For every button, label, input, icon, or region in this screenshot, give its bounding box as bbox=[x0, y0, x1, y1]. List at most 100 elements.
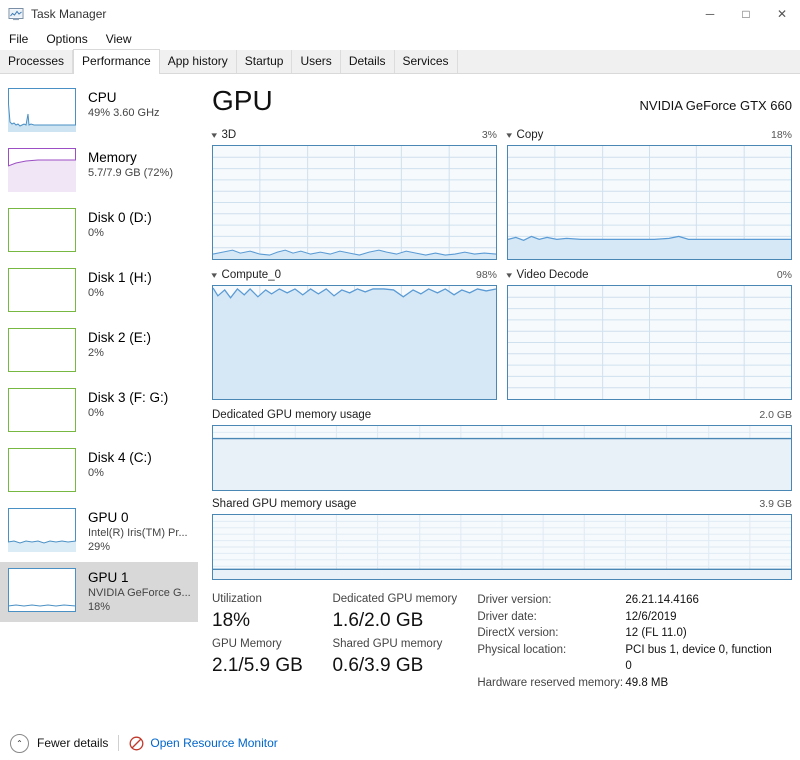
sidebar-item-disk-4-c[interactable]: Disk 4 (C:) 0% bbox=[0, 442, 198, 502]
engine-chart-compute0 bbox=[212, 285, 497, 400]
sidebar-item-gpu-1[interactable]: GPU 1 NVIDIA GeForce G... 18% bbox=[0, 562, 198, 622]
stat-group-utilization: Utilization 18% GPU Memory 2.1/5.9 GB bbox=[212, 592, 314, 691]
engine-name: Compute_0 bbox=[221, 269, 281, 281]
stat-value: 1.6/2.0 GB bbox=[332, 610, 424, 631]
resource-monitor-icon bbox=[129, 736, 144, 751]
sidebar-item-label: Disk 4 (C:) bbox=[88, 450, 152, 465]
tab-performance[interactable]: Performance bbox=[73, 49, 160, 74]
sidebar-item-text: Disk 0 (D:) 0% bbox=[88, 208, 152, 240]
detail-row: Physical location: PCI bus 1, device 0, f… bbox=[477, 642, 774, 675]
dedicated-memory-label: Dedicated GPU memory usage bbox=[212, 409, 372, 421]
tab-details[interactable]: Details bbox=[340, 50, 395, 73]
sidebar-item-memory[interactable]: Memory 5.7/7.9 GB (72%) bbox=[0, 142, 198, 202]
detail-value: 12 (FL 11.0) bbox=[625, 627, 687, 639]
tab-users[interactable]: Users bbox=[292, 50, 341, 73]
close-button[interactable]: ✕ bbox=[764, 0, 800, 28]
detail-row: Driver date: 12/6/2019 bbox=[477, 609, 774, 626]
chevron-down-icon[interactable]: ▾ bbox=[506, 270, 512, 281]
engine-graph-3d[interactable]: ▾ 3D 3% bbox=[211, 128, 497, 260]
tab-services[interactable]: Services bbox=[394, 50, 458, 73]
sidebar-item-text: Disk 4 (C:) 0% bbox=[88, 448, 152, 480]
detail-value: 12/6/2019 bbox=[625, 610, 677, 623]
status-divider bbox=[118, 735, 120, 751]
tab-processes[interactable]: Processes bbox=[0, 50, 74, 73]
sidebar-item-label: Memory bbox=[88, 150, 137, 165]
menu-file[interactable]: File bbox=[9, 32, 28, 46]
sidebar-item-text: Disk 1 (H:) 0% bbox=[88, 268, 152, 300]
detail-row: Hardware reserved memory: 49.8 MB bbox=[477, 675, 774, 692]
sidebar-thumbnail-chart bbox=[8, 448, 76, 492]
page-title: GPU bbox=[212, 85, 273, 116]
stat-label: Dedicated GPU memory bbox=[332, 593, 458, 605]
sidebar-item-sublabel: 0% bbox=[88, 287, 104, 299]
engine-value: 98% bbox=[475, 269, 497, 281]
sidebar-item-label: Disk 1 (H:) bbox=[88, 270, 152, 285]
title-bar: Task Manager ─ □ ✕ bbox=[0, 0, 800, 28]
chevron-down-icon[interactable]: ▾ bbox=[506, 130, 512, 141]
stat-label: GPU Memory bbox=[212, 638, 282, 650]
engine-value: 0% bbox=[776, 269, 792, 281]
sidebar-thumbnail-chart bbox=[8, 568, 76, 612]
sidebar-item-disk-0-d[interactable]: Disk 0 (D:) 0% bbox=[0, 202, 198, 262]
sidebar-item-disk-2-e[interactable]: Disk 2 (E:) 2% bbox=[0, 322, 198, 382]
tab-startup[interactable]: Startup bbox=[236, 50, 293, 73]
detail-key: Driver version: bbox=[477, 594, 552, 606]
dedicated-memory-section: Dedicated GPU memory usage 2.0 GB bbox=[212, 408, 792, 491]
stat-value: 2.1/5.9 GB bbox=[212, 655, 303, 676]
engine-chart-copy bbox=[507, 145, 792, 260]
sidebar-item-label: Disk 3 (F: G:) bbox=[88, 390, 169, 405]
engine-graph-copy[interactable]: ▾ Copy 18% bbox=[506, 128, 792, 260]
sidebar-thumbnail-chart bbox=[8, 328, 76, 372]
menu-options[interactable]: Options bbox=[46, 32, 87, 46]
fewer-details-button[interactable]: Fewer details bbox=[37, 736, 108, 750]
minimize-button[interactable]: ─ bbox=[692, 0, 728, 28]
chevron-down-icon[interactable]: ▾ bbox=[211, 130, 217, 141]
chevron-up-icon[interactable]: ⌃ bbox=[10, 733, 29, 753]
sidebar-item-sublabel: 0% bbox=[88, 407, 104, 419]
detail-value: 26.21.14.4166 bbox=[625, 594, 699, 606]
content-header: GPU NVIDIA GeForce GTX 660 bbox=[212, 86, 792, 116]
sidebar-item-disk-1-h[interactable]: Disk 1 (H:) 0% bbox=[0, 262, 198, 322]
sidebar-item-text: Disk 3 (F: G:) 0% bbox=[88, 388, 168, 420]
engine-chart-video-decode bbox=[507, 285, 792, 400]
engine-label-copy: ▾ Copy 18% bbox=[506, 128, 792, 142]
sidebar-item-sublabel: 0% bbox=[88, 227, 104, 239]
stat-label: Utilization bbox=[212, 593, 262, 605]
sidebar-item-sublabel: 2% bbox=[88, 347, 104, 359]
sidebar-item-sublabel: 49% 3.60 GHz bbox=[88, 107, 160, 119]
sidebar-thumbnail-chart bbox=[8, 388, 76, 432]
sidebar-thumbnail-chart bbox=[8, 148, 76, 192]
sidebar-item-sublabel: NVIDIA GeForce G... bbox=[88, 587, 191, 599]
gpu-detail-pane: GPU NVIDIA GeForce GTX 660 ▾ 3D 3% ▾ Cop… bbox=[198, 74, 800, 726]
chevron-down-icon[interactable]: ▾ bbox=[211, 270, 217, 281]
sidebar-thumbnail-chart bbox=[8, 508, 76, 552]
dedicated-memory-label-row: Dedicated GPU memory usage 2.0 GB bbox=[212, 408, 792, 422]
engine-graph-video-decode[interactable]: ▾ Video Decode 0% bbox=[506, 268, 792, 400]
sidebar-item-text: Disk 2 (E:) 2% bbox=[88, 328, 151, 360]
detail-key: DirectX version: bbox=[477, 627, 559, 639]
task-manager-icon bbox=[8, 6, 24, 22]
shared-memory-label: Shared GPU memory usage bbox=[212, 498, 357, 510]
sidebar-item-label: Disk 0 (D:) bbox=[88, 210, 152, 225]
window-controls: ─ □ ✕ bbox=[692, 0, 800, 28]
sidebar-item-cpu[interactable]: CPU 49% 3.60 GHz bbox=[0, 82, 198, 142]
maximize-button[interactable]: □ bbox=[728, 0, 764, 28]
menu-view[interactable]: View bbox=[106, 32, 132, 46]
sidebar-item-text: Memory 5.7/7.9 GB (72%) bbox=[88, 148, 173, 180]
engine-graph-compute0[interactable]: ▾ Compute_0 98% bbox=[211, 268, 497, 400]
engine-label-video-decode: ▾ Video Decode 0% bbox=[506, 268, 792, 282]
sidebar-item-text: GPU 0 Intel(R) Iris(TM) Pr... 29% bbox=[88, 508, 188, 554]
shared-memory-chart bbox=[212, 514, 792, 580]
stat-label: Shared GPU memory bbox=[332, 638, 443, 650]
shared-memory-section: Shared GPU memory usage 3.9 GB bbox=[212, 497, 792, 580]
sidebar-item-disk-3-f-g[interactable]: Disk 3 (F: G:) 0% bbox=[0, 382, 198, 442]
sidebar-item-label: GPU 0 bbox=[88, 510, 129, 525]
sidebar-item-sublabel: 0% bbox=[88, 467, 104, 479]
main-body: CPU 49% 3.60 GHz Memory 5.7/7.9 GB (72%) Dis… bbox=[0, 74, 800, 726]
detail-row: Driver version: 26.21.14.4166 bbox=[477, 592, 774, 609]
tab-app-history[interactable]: App history bbox=[159, 50, 237, 73]
sidebar-item-sublabel: Intel(R) Iris(TM) Pr... bbox=[88, 527, 188, 539]
menu-bar: File Options View bbox=[0, 28, 800, 50]
open-resource-monitor-link[interactable]: Open Resource Monitor bbox=[150, 736, 277, 750]
sidebar-item-gpu-0[interactable]: GPU 0 Intel(R) Iris(TM) Pr... 29% bbox=[0, 502, 198, 562]
